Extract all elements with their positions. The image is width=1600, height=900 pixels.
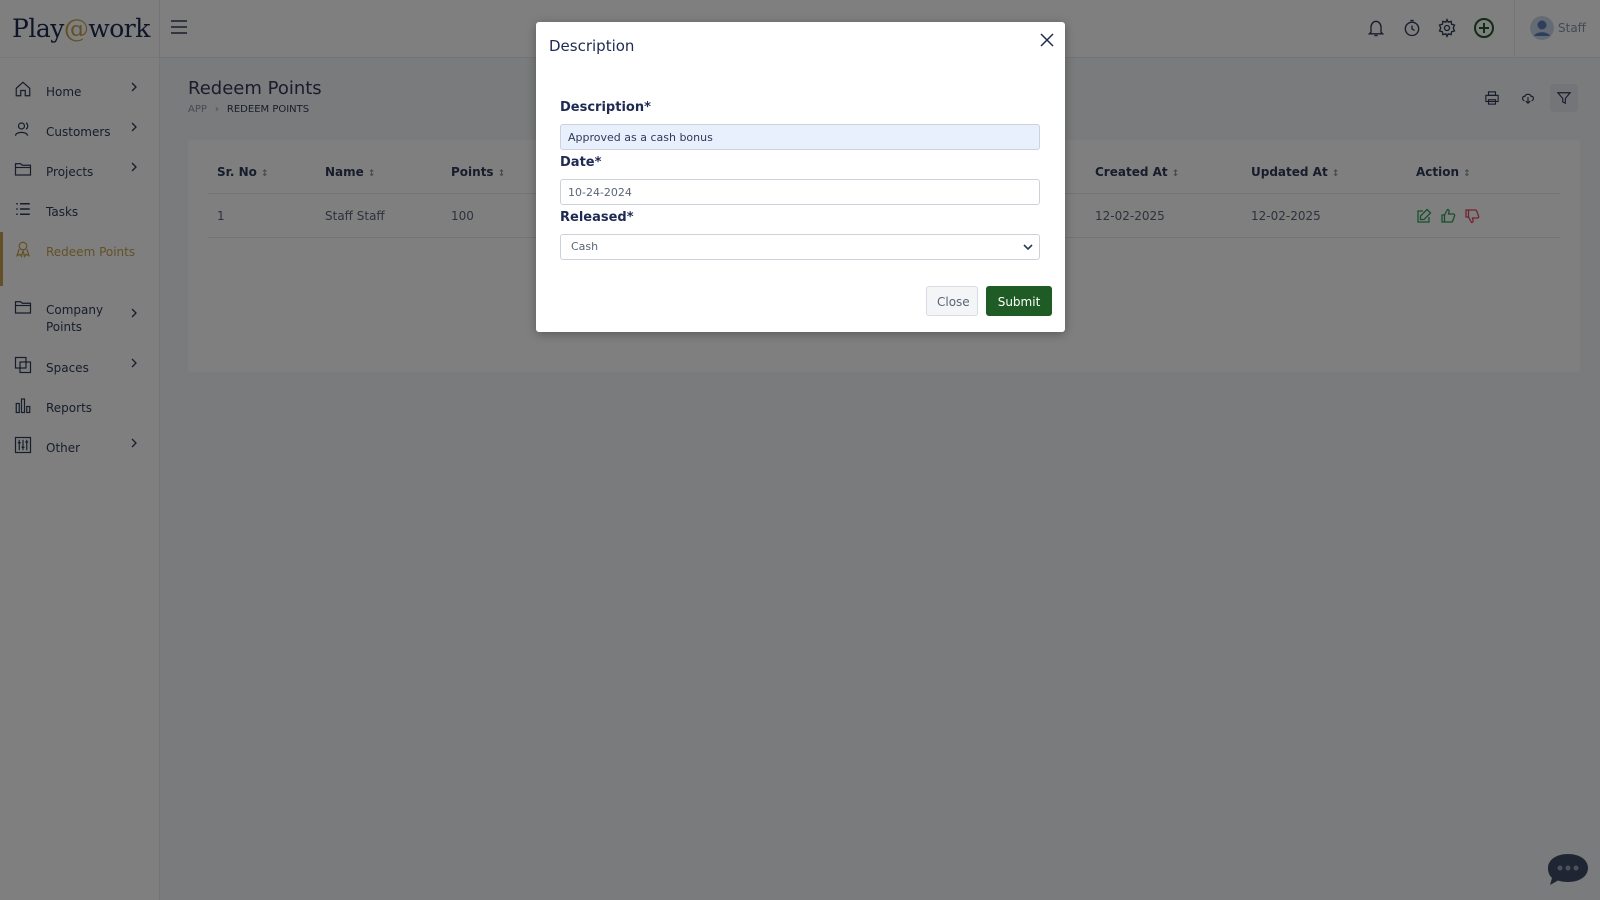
date-input[interactable] [560, 179, 1040, 205]
submit-button[interactable]: Submit [986, 286, 1052, 316]
description-input[interactable] [560, 124, 1040, 150]
close-button[interactable]: Close [926, 286, 978, 316]
released-label: Released* [560, 210, 634, 225]
released-select[interactable]: Cash [560, 234, 1040, 260]
released-selected-value: Cash [571, 240, 599, 253]
modal-title: Description [549, 37, 635, 55]
close-icon[interactable] [1039, 32, 1055, 48]
chevron-down-icon [1023, 244, 1033, 251]
date-label: Date* [560, 155, 602, 170]
description-modal: Description Description* Date* Released*… [536, 22, 1065, 332]
description-label: Description* [560, 100, 651, 115]
